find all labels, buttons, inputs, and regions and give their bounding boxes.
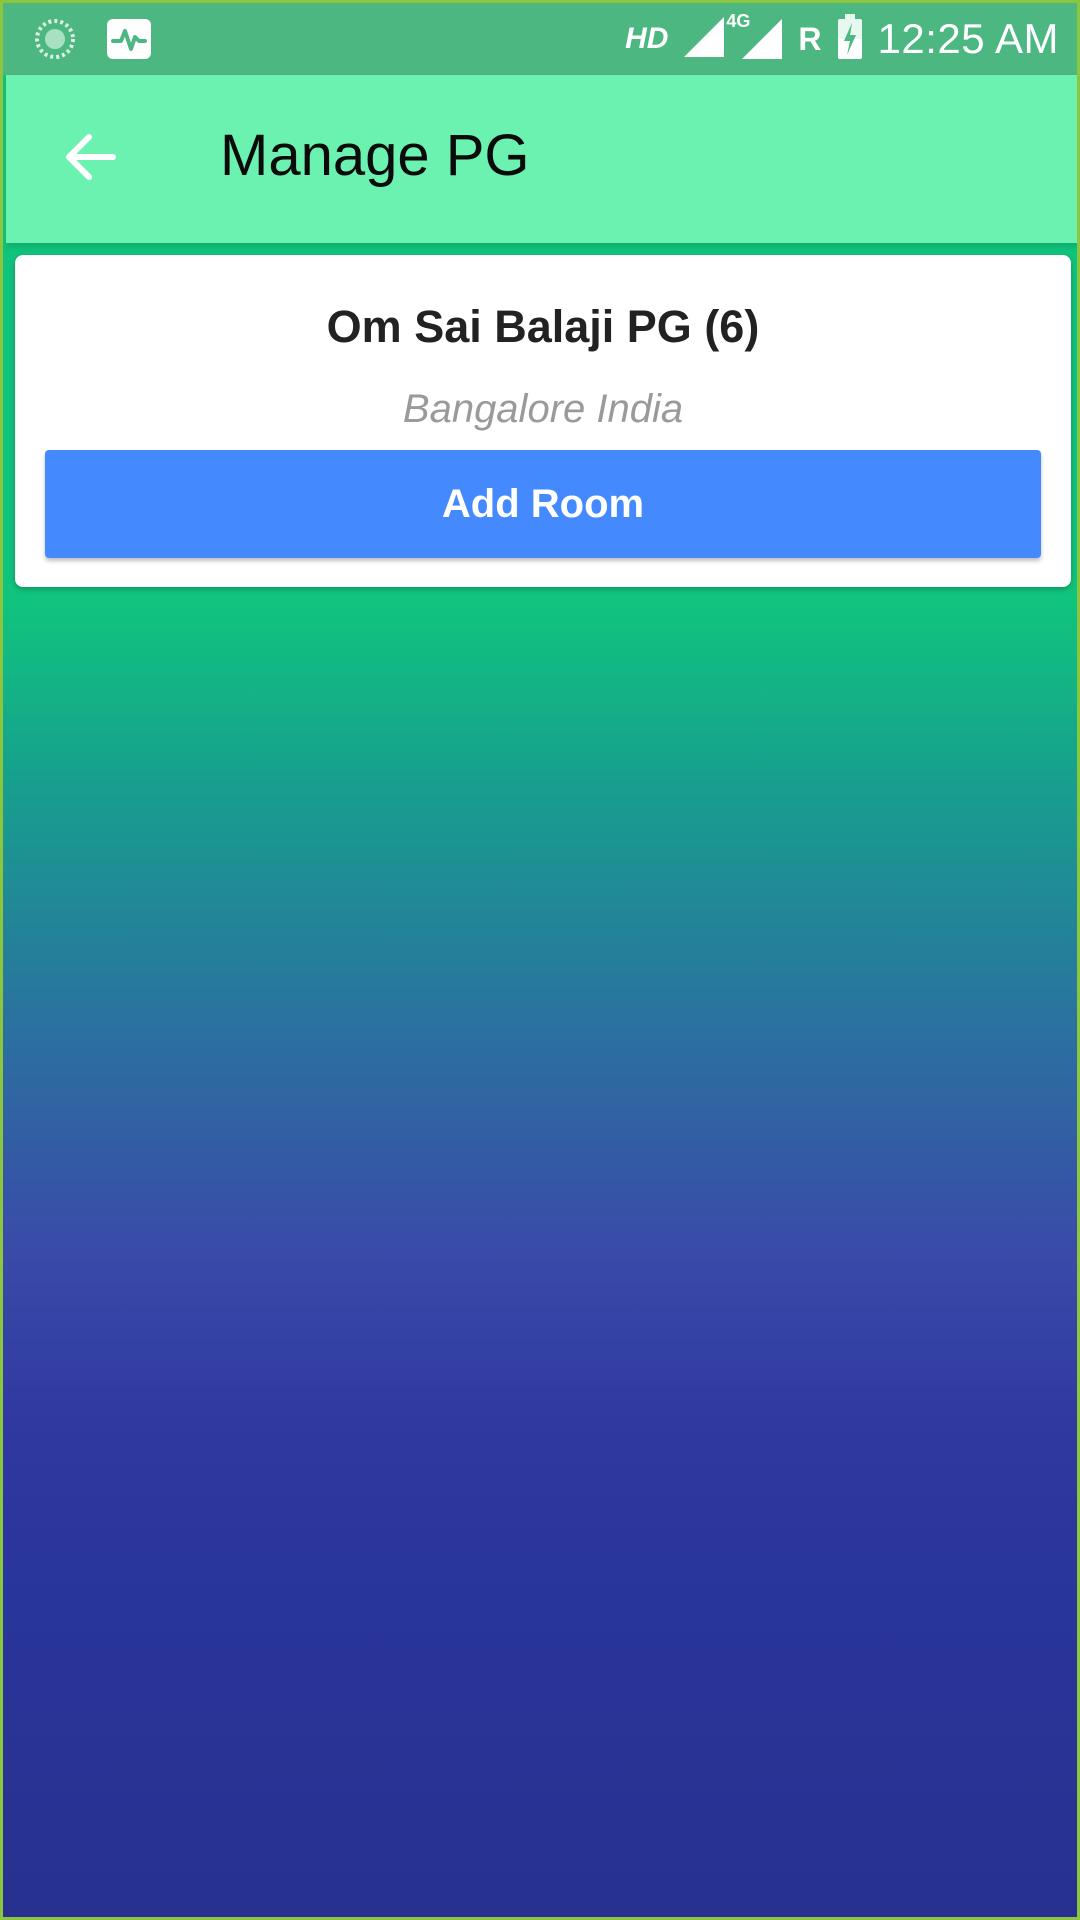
page-title: Manage PG <box>220 123 530 188</box>
status-bar-left <box>33 17 153 66</box>
clock: 12:25 AM <box>877 15 1059 62</box>
arrow-left-icon <box>63 133 117 186</box>
roaming-indicator: R <box>798 20 822 57</box>
loading-circle-icon <box>33 17 77 66</box>
app-screen: HD 4G R 12:25 AM Manage PG Om Sai Balaji… <box>0 0 1080 1920</box>
network-type-label: 4G <box>726 11 751 31</box>
app-bar: Manage PG <box>6 75 1077 243</box>
hd-indicator: HD <box>625 22 669 55</box>
signal-4g-wrap: 4G <box>726 11 784 61</box>
add-room-button[interactable]: Add Room <box>45 450 1041 558</box>
battery-charging-icon <box>836 13 864 66</box>
signal-strength-icon <box>682 15 726 64</box>
status-bar: HD 4G R 12:25 AM <box>3 3 1077 75</box>
back-button[interactable] <box>58 127 122 191</box>
pg-name: Om Sai Balaji PG (6) <box>326 301 760 352</box>
status-bar-right: HD 4G R 12:25 AM <box>625 11 1059 66</box>
activity-monitor-icon <box>105 17 153 66</box>
pg-location: Bangalore India <box>402 387 684 431</box>
pg-card: Om Sai Balaji PG (6) Bangalore India Add… <box>15 255 1071 587</box>
